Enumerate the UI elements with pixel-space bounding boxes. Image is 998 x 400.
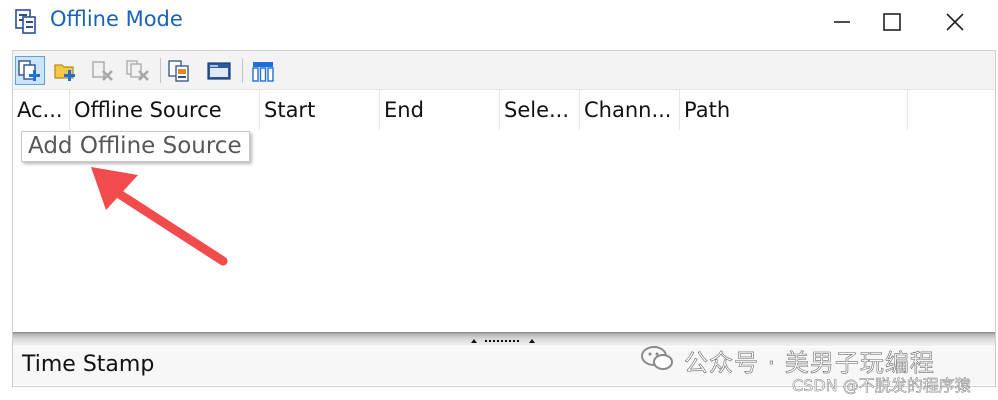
toolbar-separator [160, 58, 161, 83]
open-folder-icon [207, 61, 231, 80]
column-header-selected[interactable]: Sele... [500, 90, 580, 130]
add-folder-button[interactable] [51, 56, 81, 85]
column-settings-icon [252, 61, 274, 82]
remove-source-icon [92, 60, 113, 81]
remove-source-button[interactable] [88, 56, 118, 85]
annotation-arrow [91, 167, 228, 266]
table-header: Ac... Offline Source Start End Sele... C… [13, 90, 995, 130]
column-header-start[interactable]: Start [260, 90, 380, 130]
window-title: Offline Mode [50, 7, 183, 31]
maximize-icon [883, 13, 901, 31]
remove-all-sources-button[interactable] [123, 56, 153, 85]
toolbar [13, 51, 995, 90]
toolbar-separator [242, 58, 243, 83]
column-header-channel[interactable]: Chann... [580, 90, 680, 130]
column-settings-button[interactable] [248, 56, 278, 85]
tooltip: Add Offline Source [21, 131, 250, 162]
copy-source-icon [168, 59, 189, 82]
remove-all-sources-icon [126, 59, 149, 81]
offline-mode-app-icon [15, 9, 36, 34]
splitter-grip-icon [471, 339, 535, 343]
close-button[interactable] [925, 0, 985, 44]
add-offline-source-icon [18, 59, 40, 81]
title-bar: Offline Mode [0, 0, 998, 44]
open-folder-button[interactable] [204, 56, 234, 85]
column-header-path[interactable]: Path [680, 90, 908, 130]
add-folder-icon [54, 63, 75, 81]
column-header-active[interactable]: Ac... [13, 90, 70, 130]
copy-source-button[interactable] [165, 56, 195, 85]
close-icon [946, 13, 964, 31]
column-header-end[interactable]: End [380, 90, 500, 130]
minimize-icon [834, 21, 850, 23]
column-header-offline-source[interactable]: Offline Source [70, 90, 260, 130]
wechat-logo-icon [641, 346, 673, 370]
time-stamp-label: Time Stamp [22, 352, 155, 377]
watermark-subtext: CSDN @不脱发的程序猿 [792, 376, 971, 396]
maximize-button[interactable] [862, 0, 922, 44]
add-offline-source-button[interactable] [15, 56, 45, 85]
